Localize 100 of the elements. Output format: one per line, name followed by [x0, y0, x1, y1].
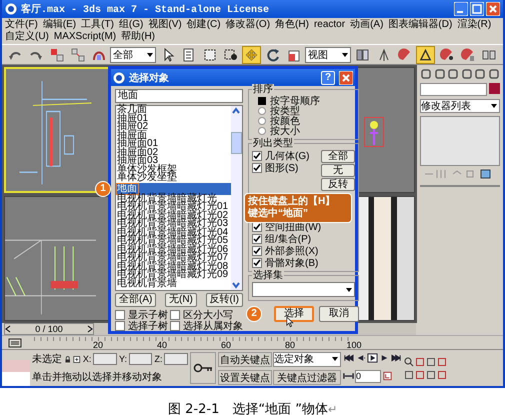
type-filter-button[interactable]: 无: [321, 164, 356, 177]
toolbar-dropdown[interactable]: 全部: [110, 46, 156, 62]
menu-item[interactable]: 创建(C): [186, 19, 222, 31]
object-list-item[interactable]: 电视机背景墙暗藏灯光06: [117, 246, 231, 254]
panel-tab-icon[interactable]: [434, 68, 446, 80]
checkbox[interactable]: [252, 246, 262, 256]
list-action-button[interactable]: 反转(I): [206, 293, 243, 307]
name-field[interactable]: [420, 83, 487, 96]
object-list-item[interactable]: 茶几面: [117, 106, 231, 114]
set-key-button[interactable]: [190, 352, 216, 384]
coordinate-field[interactable]: [93, 353, 117, 365]
sort-radio-option[interactable]: 按颜色: [252, 116, 356, 126]
object-list-item[interactable]: 电视机背景墙: [117, 280, 231, 288]
object-list-item[interactable]: 电视机背景墙暗藏灯光09: [117, 271, 231, 280]
object-list-item[interactable]: 电视机背景墙暗藏灯光01: [117, 203, 231, 212]
scroll-down-icon[interactable]: [231, 280, 241, 290]
track-bar-icon[interactable]: [8, 338, 22, 348]
menu-item[interactable]: 视图(V): [147, 19, 183, 31]
selection-set-dropdown[interactable]: [252, 282, 356, 297]
checkbox[interactable]: [252, 162, 262, 172]
radio-button[interactable]: [258, 117, 266, 125]
menu-item[interactable]: MAXScript(M): [52, 31, 118, 43]
menu-item[interactable]: 编辑(E): [42, 19, 78, 31]
radio-button[interactable]: [258, 107, 266, 115]
radio-button[interactable]: [258, 97, 266, 105]
object-list-item[interactable]: 电视机背景墙暗藏灯光: [117, 194, 231, 203]
color-swatch[interactable]: [489, 83, 500, 94]
object-list-item[interactable]: 电视机背景墙暗藏灯光07: [117, 254, 231, 262]
key-mode-icon[interactable]: [343, 371, 354, 382]
type-filter-button[interactable]: 全部: [321, 150, 356, 163]
maximize-button[interactable]: [470, 2, 484, 16]
scroll-up-icon[interactable]: [231, 106, 241, 116]
object-list-item[interactable]: 电视机背景墙暗藏灯光03: [117, 220, 231, 228]
key-filters-button[interactable]: 关键点过滤器: [273, 370, 341, 384]
sort-radio-option[interactable]: 按类型: [252, 106, 356, 116]
menu-item[interactable]: 工具(T): [80, 19, 115, 31]
frame-field[interactable]: 0: [355, 370, 381, 383]
option-checkbox[interactable]: 选择从属对象: [170, 320, 243, 331]
auto-key-button[interactable]: 自动关键点: [218, 352, 272, 366]
radio-button[interactable]: [258, 127, 266, 135]
object-list-item[interactable]: 抽屉01: [117, 114, 231, 123]
checkbox[interactable]: [115, 310, 125, 320]
play-icon[interactable]: [367, 353, 378, 364]
time-slider-thumb[interactable]: 0 / 100: [4, 323, 94, 335]
type-checkbox[interactable]: 组/集合(P): [252, 233, 322, 244]
next-frame-icon[interactable]: [379, 353, 390, 364]
object-list-item[interactable]: 电视机背景墙暗藏灯光04: [117, 228, 231, 237]
menu-item[interactable]: 修改器(O): [224, 19, 272, 31]
object-list-item[interactable]: 电视机背景墙暗藏灯光08: [117, 262, 231, 271]
object-list-item[interactable]: 单体沙发坐垫: [117, 174, 231, 182]
transform-mode-icon[interactable]: [73, 354, 81, 364]
menu-item[interactable]: 自定义(U): [4, 31, 50, 43]
modifier-list-dropdown[interactable]: 修改器列表: [420, 99, 500, 113]
checkbox[interactable]: [252, 234, 262, 244]
go-to-start-icon[interactable]: [343, 353, 354, 364]
panel-tab-icon[interactable]: [488, 68, 500, 80]
sort-radio-option[interactable]: 按大小: [252, 126, 356, 136]
menu-item[interactable]: 文件(F): [4, 19, 39, 31]
toolbar-dropdown[interactable]: 视图: [305, 46, 351, 62]
option-checkbox[interactable]: 区分大小写: [170, 309, 243, 320]
menu-item[interactable]: 帮助(H): [120, 31, 156, 43]
type-checkbox[interactable]: 几何体(G): [252, 150, 322, 161]
angle-snap-button[interactable]: [416, 46, 435, 64]
viewport-navigation-icon[interactable]: [404, 356, 414, 366]
search-field[interactable]: 地面: [115, 89, 243, 103]
panel-tab-icon[interactable]: [420, 68, 432, 80]
coordinate-field[interactable]: [164, 353, 188, 365]
checkbox[interactable]: [115, 320, 125, 330]
object-list-item[interactable]: 电视机背景墙暗藏灯光05: [117, 237, 231, 246]
help-button[interactable]: ?: [321, 70, 335, 84]
menu-item[interactable]: 图表编辑器(D): [387, 19, 454, 31]
object-list-item[interactable]: 抽屉面01: [117, 140, 231, 148]
lock-icon[interactable]: [64, 354, 72, 364]
close-button[interactable]: [486, 2, 500, 16]
minimize-button[interactable]: [454, 2, 468, 16]
menu-item[interactable]: 角色(H): [274, 19, 310, 31]
set-key-mode-button[interactable]: 设置关键点: [218, 370, 272, 384]
menu-item[interactable]: reactor: [312, 19, 346, 31]
coordinate-field[interactable]: [128, 353, 152, 365]
object-list-item[interactable]: 抽屉面: [117, 132, 231, 140]
checkbox[interactable]: [252, 150, 262, 160]
chevron-left-icon[interactable]: [5, 325, 11, 333]
object-list-item[interactable]: 单体沙发框架: [117, 166, 231, 174]
type-filter-button[interactable]: 反转: [321, 178, 356, 191]
scrollbar-thumb[interactable]: [231, 132, 242, 154]
checkbox[interactable]: [252, 258, 262, 268]
select-button[interactable]: 选择: [274, 306, 314, 322]
key-target-dropdown[interactable]: 选定对象: [273, 352, 341, 366]
menu-item[interactable]: 组(G): [118, 19, 144, 31]
checkbox[interactable]: [170, 320, 180, 330]
scrollbar[interactable]: [231, 106, 242, 290]
close-button[interactable]: [339, 70, 353, 84]
list-action-button[interactable]: 全部(A): [115, 293, 156, 307]
type-checkbox[interactable]: 骨骼对象(B): [252, 257, 322, 268]
panel-tab-icon[interactable]: [460, 68, 473, 80]
cancel-button[interactable]: 取消: [319, 306, 360, 322]
object-list-item[interactable]: 电视机背景墙暗藏灯光02: [117, 212, 231, 220]
object-list-item[interactable]: 抽屉面02: [117, 148, 231, 157]
panel-tab-icon[interactable]: [474, 68, 486, 80]
go-to-end-icon[interactable]: [391, 353, 402, 364]
